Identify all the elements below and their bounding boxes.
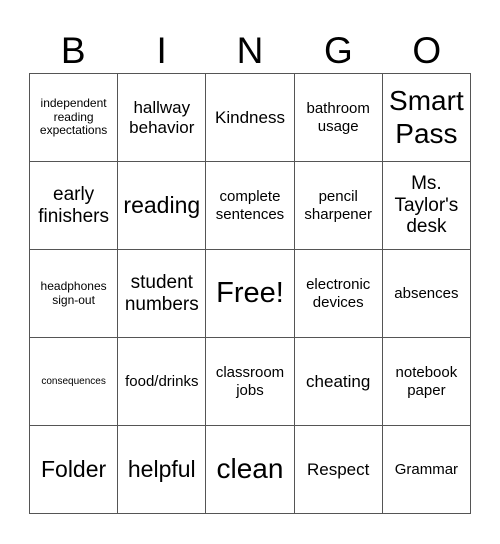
cell-text: absences — [394, 284, 459, 302]
cell-text: helpful — [127, 456, 196, 483]
bingo-cell[interactable]: pencil sharpener — [294, 162, 383, 250]
bingo-cell[interactable]: Folder — [30, 426, 119, 514]
bingo-cell[interactable]: food/drinks — [118, 338, 207, 426]
bingo-board: independent reading expectations hallway… — [29, 73, 471, 514]
header-letter-i: I — [156, 30, 167, 71]
bingo-header: B I N G O — [29, 28, 471, 73]
bingo-cell[interactable]: bathroom usage — [294, 74, 383, 162]
cell-text: headphones sign-out — [40, 278, 107, 307]
header-letter-g: G — [324, 30, 353, 71]
header-letter-n: N — [236, 30, 264, 71]
cell-text: pencil sharpener — [304, 188, 372, 223]
bingo-cell[interactable]: Grammar — [382, 426, 471, 514]
free-space-text: Free! — [216, 276, 284, 309]
free-space-cell[interactable]: Free! — [206, 250, 295, 338]
cell-text: electronic devices — [306, 276, 371, 311]
cell-text: notebook paper — [395, 364, 458, 399]
header-letter-b: B — [60, 30, 86, 71]
cell-text: clean — [216, 453, 284, 485]
bingo-cell[interactable]: Ms. Taylor's desk — [382, 162, 471, 250]
cell-text: independent reading expectations — [39, 95, 108, 138]
cell-text: complete sentences — [215, 188, 285, 223]
cell-text: Kindness — [215, 107, 285, 127]
bingo-cell[interactable]: classroom jobs — [206, 338, 295, 426]
cell-text: early finishers — [38, 183, 109, 227]
bingo-cell[interactable]: student numbers — [118, 250, 207, 338]
bingo-cell[interactable]: headphones sign-out — [30, 250, 119, 338]
cell-text: bathroom usage — [306, 100, 370, 135]
cell-text: Respect — [307, 459, 370, 479]
bingo-cell[interactable]: hallway behavior — [118, 74, 207, 162]
bingo-cell[interactable]: electronic devices — [294, 250, 383, 338]
cell-text: Smart Pass — [389, 85, 464, 149]
cell-text: food/drinks — [125, 372, 199, 390]
bingo-cell[interactable]: independent reading expectations — [30, 74, 119, 162]
bingo-cell[interactable]: Respect — [294, 426, 383, 514]
cell-text: consequences — [41, 375, 106, 387]
cell-text: reading — [123, 192, 201, 219]
bingo-cell[interactable]: Smart Pass — [382, 74, 471, 162]
bingo-cell[interactable]: Kindness — [206, 74, 295, 162]
cell-text: hallway behavior — [129, 97, 195, 137]
bingo-cell[interactable]: absences — [382, 250, 471, 338]
bingo-cell[interactable]: notebook paper — [382, 338, 471, 426]
bingo-cell[interactable]: helpful — [118, 426, 207, 514]
bingo-cell[interactable]: cheating — [294, 338, 383, 426]
bingo-cell[interactable]: consequences — [30, 338, 119, 426]
cell-text: Grammar — [394, 460, 459, 478]
cell-text: classroom jobs — [215, 364, 285, 399]
cell-text: Folder — [40, 456, 107, 483]
bingo-cell[interactable]: clean — [206, 426, 295, 514]
cell-text: student numbers — [124, 271, 199, 315]
header-letter-o: O — [412, 30, 442, 71]
cell-text: cheating — [306, 371, 371, 391]
bingo-cell[interactable]: early finishers — [30, 162, 119, 250]
cell-text: Ms. Taylor's desk — [394, 172, 459, 238]
bingo-cell[interactable]: reading — [118, 162, 207, 250]
bingo-cell[interactable]: complete sentences — [206, 162, 295, 250]
